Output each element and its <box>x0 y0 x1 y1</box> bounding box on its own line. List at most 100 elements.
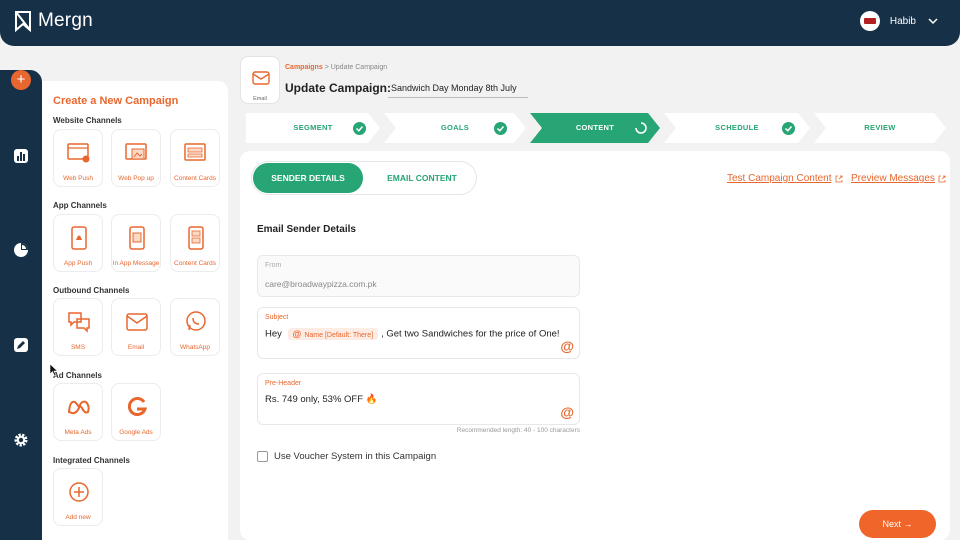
insert-personalization-button[interactable]: @ <box>560 338 574 354</box>
channel-tile-sms[interactable]: SMS <box>53 298 103 356</box>
section-heading: Email Sender Details <box>257 224 356 235</box>
preview-messages-link[interactable]: Preview Messages <box>851 173 946 184</box>
preheader-field[interactable]: Pre-Header Rs. 749 only, 53% OFF 🔥 @ <box>257 373 580 425</box>
logo[interactable]: Mergn <box>14 10 93 32</box>
external-link-icon <box>938 175 946 182</box>
tile-label: Email <box>127 344 145 351</box>
channel-badge: Email <box>240 56 280 104</box>
content-card: SENDER DETAILS EMAIL CONTENT Test Campai… <box>240 151 950 540</box>
channel-tile-web-push[interactable]: Web Push <box>53 129 103 187</box>
channel-tile-add-new[interactable]: Add new <box>53 468 103 526</box>
web-popup-icon <box>125 143 147 160</box>
field-label: Subject <box>265 314 289 321</box>
subject-prefix: Hey <box>265 328 282 340</box>
badge-label: Email <box>253 96 267 102</box>
link-label: Preview Messages <box>851 173 935 184</box>
section-title: Integrated Channels <box>53 456 130 465</box>
tile-label: SMS <box>70 344 86 351</box>
campaign-name-input[interactable]: Sandwich Day Monday 8th July <box>388 82 528 98</box>
edit-icon[interactable] <box>13 337 29 353</box>
add-circle-icon <box>69 482 89 502</box>
subject-value[interactable]: Hey @ Name [Default: There], Get two Sand… <box>265 328 560 340</box>
subject-suffix: , Get two Sandwiches for the price of On… <box>381 328 560 340</box>
channel-tile-in-app-message[interactable]: In App Message <box>111 214 161 272</box>
personalization-tag[interactable]: @ Name [Default: There] <box>287 328 379 340</box>
voucher-label: Use Voucher System in this Campaign <box>274 451 437 462</box>
create-campaign-button[interactable]: + <box>11 70 31 90</box>
tile-label: Content Cards <box>174 260 216 267</box>
test-campaign-link[interactable]: Test Campaign Content <box>727 173 843 184</box>
step-content[interactable]: CONTENT <box>530 113 660 143</box>
tag-label: Name [Default: There] <box>304 332 374 339</box>
tag-at-symbol: @ <box>292 329 302 339</box>
gear-icon[interactable] <box>13 432 29 448</box>
app-content-cards-icon <box>188 226 204 250</box>
section-title: Ad Channels <box>53 371 102 380</box>
voucher-checkbox[interactable] <box>257 451 268 462</box>
tab-sender-details[interactable]: SENDER DETAILS <box>253 163 363 193</box>
top-bar: Mergn Habib <box>0 0 960 46</box>
pie-chart-icon[interactable] <box>13 242 29 258</box>
breadcrumb-campaigns[interactable]: Campaigns <box>285 64 323 71</box>
section-title: App Channels <box>53 201 107 210</box>
external-link-icon <box>835 175 842 182</box>
avatar[interactable] <box>859 11 880 31</box>
tab-email-content[interactable]: EMAIL CONTENT <box>370 163 474 193</box>
insert-personalization-button[interactable]: @ <box>560 404 574 420</box>
step-review[interactable]: REVIEW <box>814 113 946 143</box>
chevron-down-icon[interactable] <box>926 14 940 28</box>
step-schedule[interactable]: SCHEDULE <box>664 113 810 143</box>
sms-icon <box>68 312 90 333</box>
tile-label: In App Message <box>112 260 160 267</box>
field-label: Pre-Header <box>265 380 302 387</box>
channel-tile-app-push[interactable]: App Push <box>53 214 103 272</box>
subject-field[interactable]: Subject Hey @ Name [Default: There], Get … <box>257 307 580 359</box>
section-title: Outbound Channels <box>53 286 130 295</box>
tile-label: Meta Ads <box>64 429 92 436</box>
breadcrumb-separator: > <box>324 64 329 71</box>
breadcrumb-current: Update Campaign <box>330 64 388 71</box>
google-icon <box>127 397 148 416</box>
step-goals[interactable]: GOALS <box>384 113 526 143</box>
create-campaign-panel: Create a New Campaign Website Channels W… <box>42 81 228 540</box>
channel-tile-meta-ads[interactable]: Meta Ads <box>53 383 103 441</box>
field-label: From <box>265 262 282 269</box>
whatsapp-icon <box>186 311 206 331</box>
email-icon <box>252 71 270 85</box>
channel-tile-app-content-cards[interactable]: Content Cards <box>170 214 220 272</box>
channel-tile-web-popup[interactable]: Web Pop up <box>111 129 161 187</box>
email-icon <box>126 313 148 331</box>
section-title: Website Channels <box>53 116 122 125</box>
user-name: Habib <box>889 15 916 27</box>
analytics-icon[interactable] <box>13 148 29 164</box>
check-icon <box>353 122 366 135</box>
tile-label: WhatsApp <box>180 344 210 351</box>
meta-icon <box>67 400 90 415</box>
content-cards-icon <box>184 143 206 161</box>
preheader-value[interactable]: Rs. 749 only, 53% OFF 🔥 <box>265 394 378 405</box>
tile-label: Content Cards <box>174 175 216 182</box>
voucher-option[interactable]: Use Voucher System in this Campaign <box>257 451 436 462</box>
app-push-icon <box>71 226 87 250</box>
tile-label: Web Pop up <box>118 175 154 182</box>
step-segment[interactable]: SEGMENT <box>246 113 380 143</box>
channel-tile-content-cards[interactable]: Content Cards <box>170 129 220 187</box>
user-menu[interactable]: Habib <box>859 11 940 31</box>
channel-tile-whatsapp[interactable]: WhatsApp <box>170 298 220 356</box>
stepper: SEGMENT GOALS CONTENT SCHEDULE REVIEW <box>246 113 946 143</box>
channel-tile-google-ads[interactable]: Google Ads <box>111 383 161 441</box>
tile-label: Add new <box>65 514 91 521</box>
channel-tile-email[interactable]: Email <box>111 298 161 356</box>
next-button[interactable]: Next → <box>859 510 936 538</box>
check-icon <box>782 122 795 135</box>
step-label: REVIEW <box>864 123 896 132</box>
from-field: From care@broadwaypizza.com.pk <box>257 255 580 297</box>
left-rail <box>0 70 42 540</box>
tile-label: Web Push <box>63 175 93 182</box>
cursor-icon <box>50 364 58 376</box>
panel-title: Create a New Campaign <box>53 95 179 107</box>
logo-icon <box>15 11 31 32</box>
breadcrumb: Campaigns > Update Campaign <box>285 64 387 71</box>
check-icon <box>494 122 507 135</box>
tile-label: Google Ads <box>119 429 153 436</box>
